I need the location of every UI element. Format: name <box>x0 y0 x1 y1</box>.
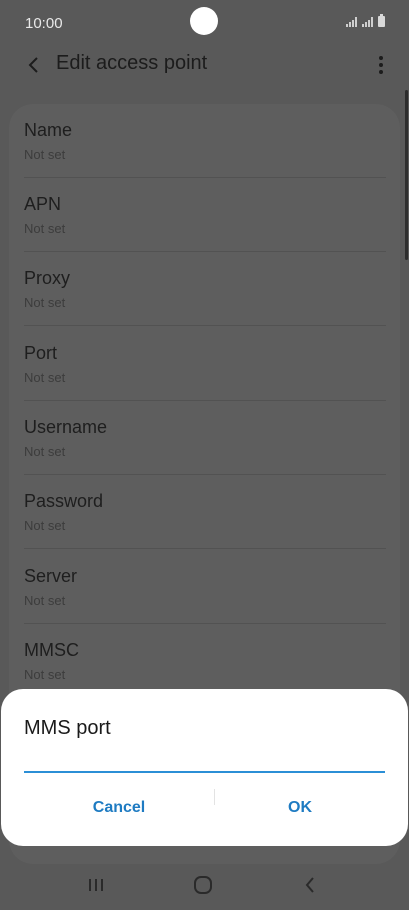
scrollbar[interactable] <box>405 90 408 260</box>
chevron-left-icon <box>28 57 38 73</box>
setting-label: Username <box>24 417 108 437</box>
recent-apps-button[interactable] <box>81 872 111 898</box>
setting-value: Not set <box>24 518 66 533</box>
setting-row-proxy[interactable]: Proxy Not set <box>24 252 386 326</box>
divider <box>24 325 386 326</box>
setting-label: Proxy <box>24 268 71 288</box>
more-vert-icon <box>379 56 383 60</box>
setting-label: APN <box>24 194 62 214</box>
app-bar: Edit access point <box>0 46 409 86</box>
more-options-button[interactable] <box>375 52 387 78</box>
mms-port-input[interactable] <box>24 751 385 773</box>
setting-value: Not set <box>24 295 66 310</box>
setting-label: Password <box>24 491 104 511</box>
setting-value: Not set <box>24 221 66 236</box>
dialog-title: MMS port <box>24 717 111 739</box>
setting-row-server[interactable]: Server Not set <box>24 550 386 624</box>
ok-button[interactable]: OK <box>210 795 390 821</box>
mms-port-dialog: MMS port Cancel OK <box>1 689 408 846</box>
cancel-button[interactable]: Cancel <box>29 795 209 821</box>
navigation-bar <box>0 860 409 910</box>
divider <box>24 548 386 549</box>
back-icon <box>305 877 314 893</box>
signal-icon <box>346 17 357 27</box>
home-button[interactable] <box>188 872 218 898</box>
setting-value: Not set <box>24 147 66 162</box>
setting-label: MMSC <box>24 640 79 660</box>
status-time: 10:00 <box>25 15 63 32</box>
page-title: Edit access point <box>56 52 208 74</box>
setting-value: Not set <box>24 593 66 608</box>
setting-row-password[interactable]: Password Not set <box>24 475 386 549</box>
setting-value: Not set <box>24 370 66 385</box>
setting-row-apn[interactable]: APN Not set <box>24 178 386 252</box>
setting-row-mmsc[interactable]: MMSC Not set <box>24 624 386 698</box>
status-icons <box>346 14 385 27</box>
setting-row-name[interactable]: Name Not set <box>24 104 386 178</box>
setting-row-username[interactable]: Username Not set <box>24 401 386 475</box>
status-bar: 10:00 <box>0 0 409 46</box>
setting-value: Not set <box>24 667 66 682</box>
signal-icon-2 <box>362 17 373 27</box>
setting-row-port[interactable]: Port Not set <box>24 327 386 401</box>
nav-back-button[interactable] <box>295 872 325 898</box>
setting-label: Name <box>24 120 73 140</box>
back-button[interactable] <box>20 50 46 80</box>
setting-label: Server <box>24 566 78 586</box>
battery-icon <box>378 14 385 27</box>
camera-cutout <box>190 7 218 35</box>
setting-label: Port <box>24 343 58 363</box>
setting-value: Not set <box>24 444 66 459</box>
recent-apps-icon <box>89 879 103 891</box>
home-icon <box>194 876 212 894</box>
